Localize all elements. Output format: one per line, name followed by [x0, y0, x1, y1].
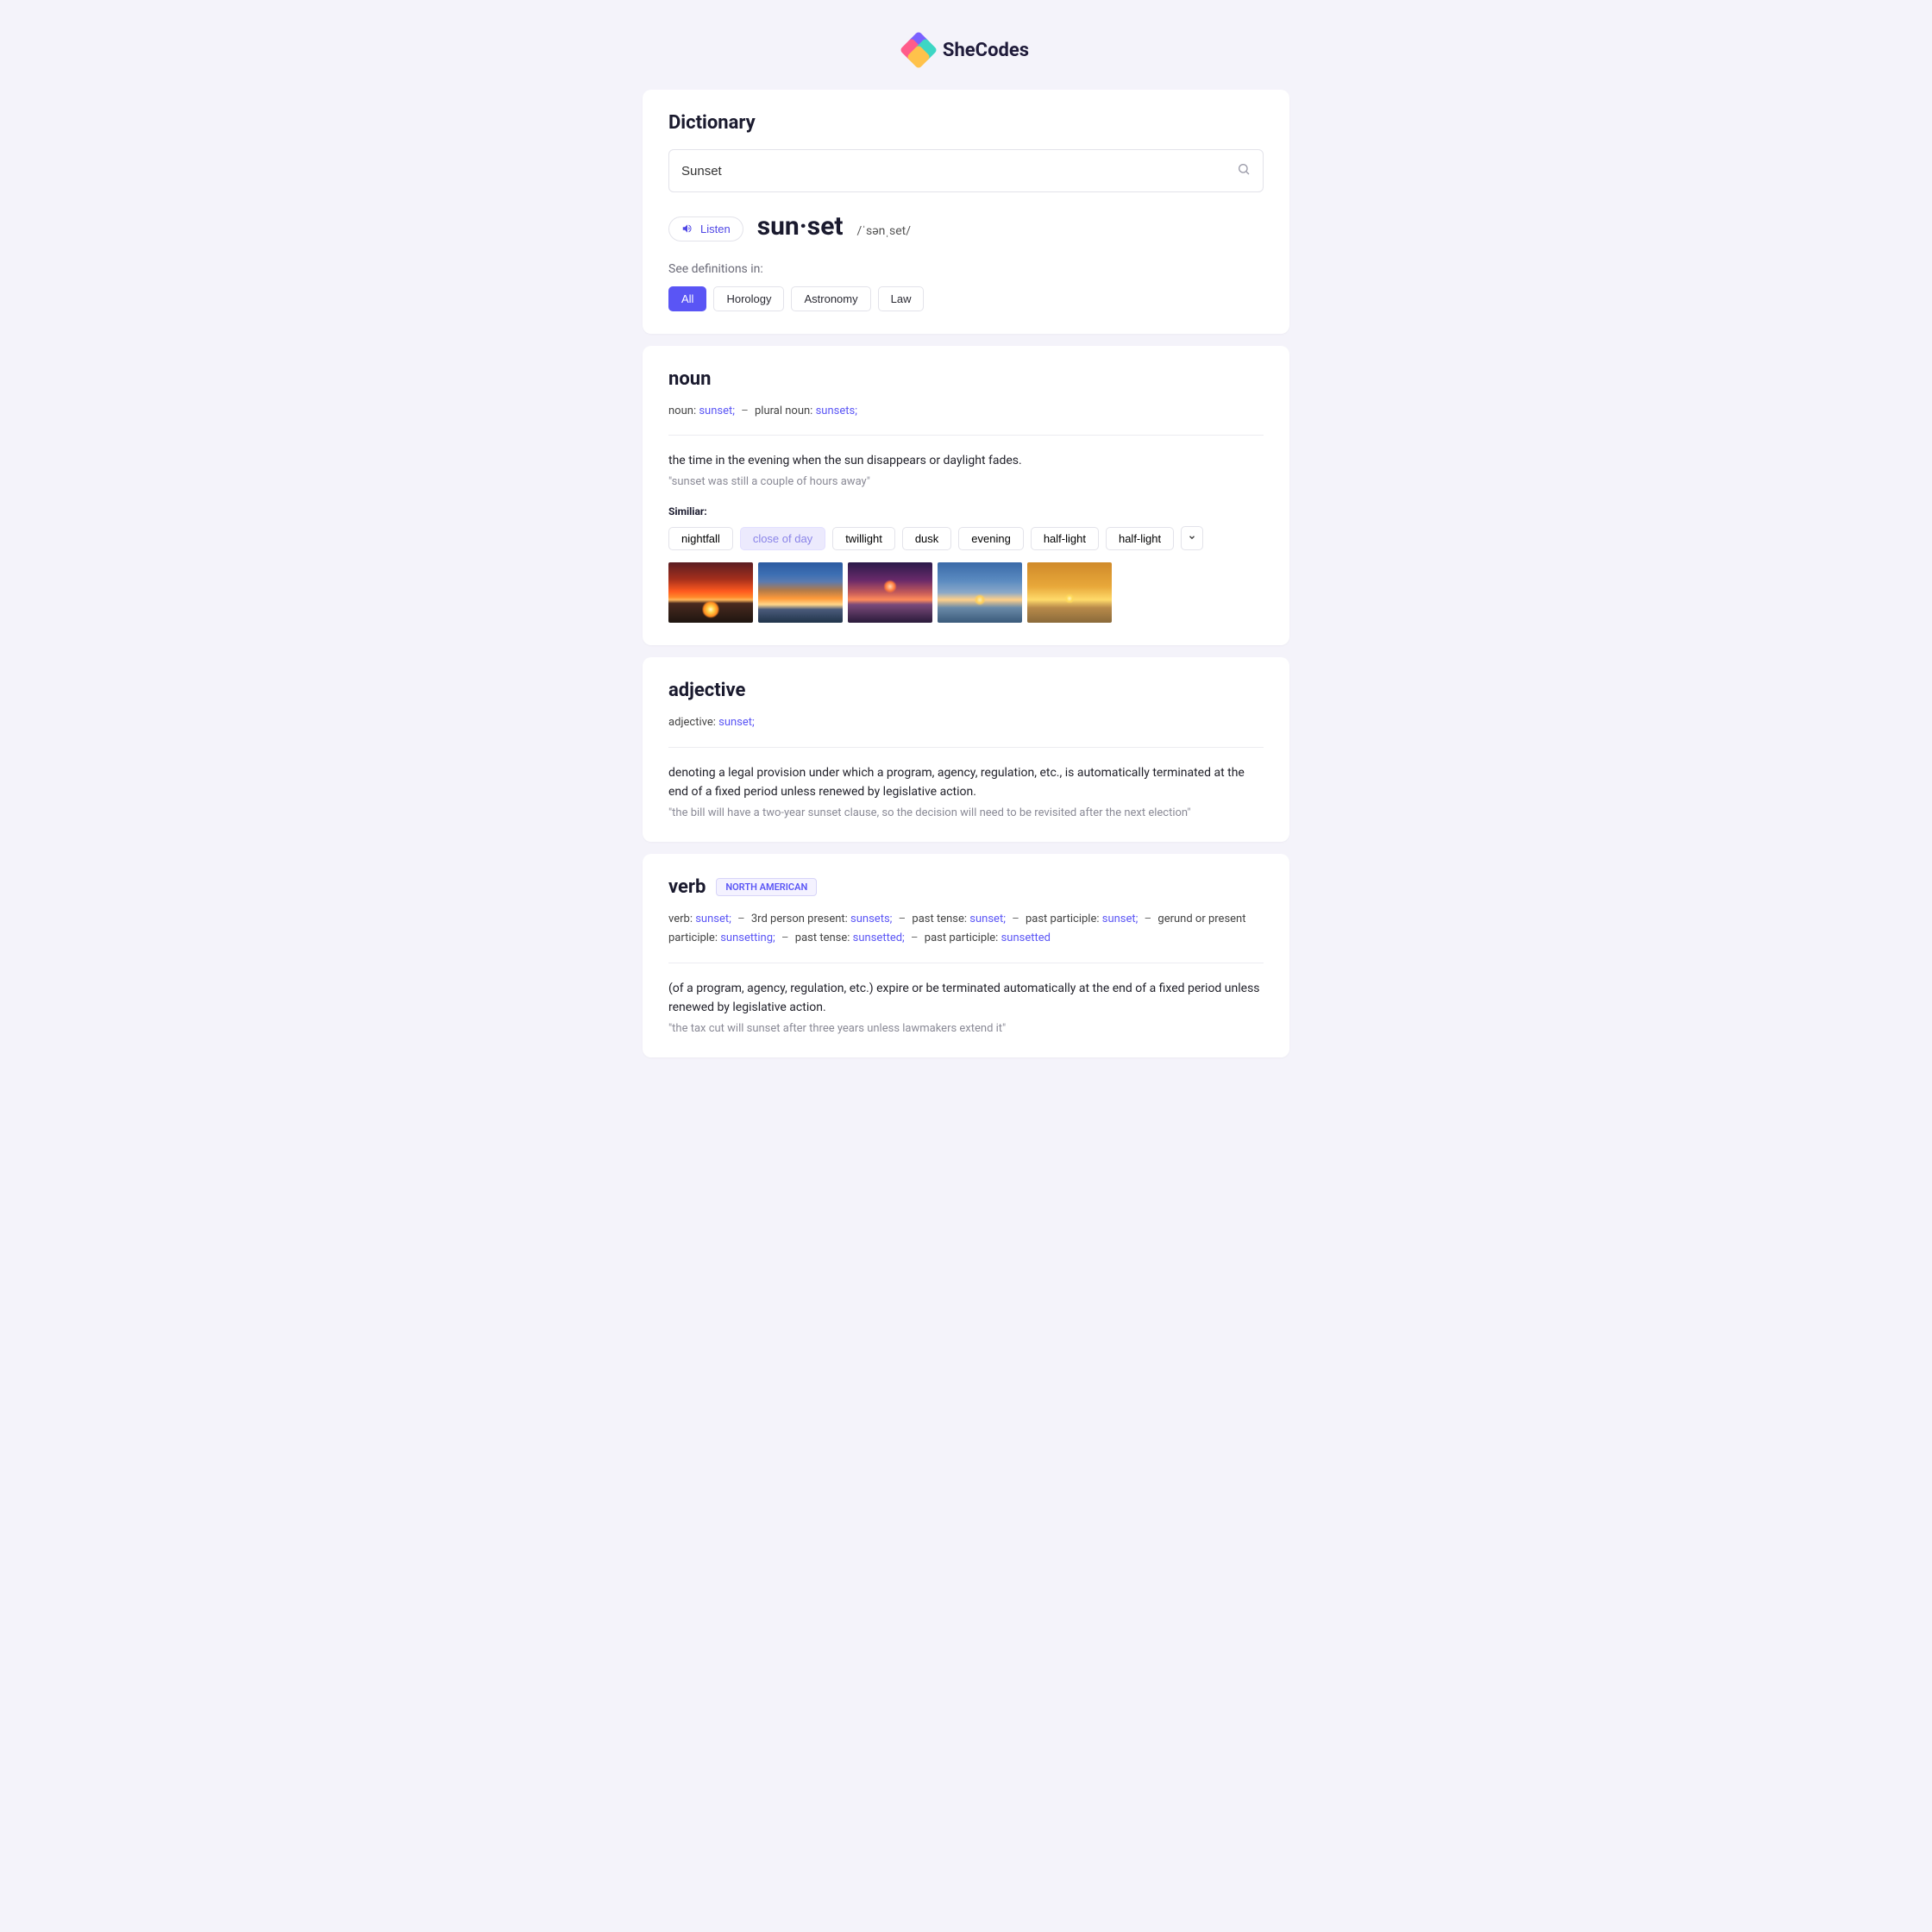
similar-chip[interactable]: half-light: [1031, 527, 1099, 550]
similar-label: Similiar:: [668, 505, 1264, 518]
category-chip-astronomy[interactable]: Astronomy: [791, 286, 870, 311]
similar-chip[interactable]: close of day: [740, 527, 825, 550]
search-field-wrap[interactable]: [668, 149, 1264, 192]
search-icon[interactable]: [1237, 162, 1251, 179]
pos-heading-verb: verb: [668, 876, 706, 898]
listen-button[interactable]: Listen: [668, 216, 743, 242]
search-input[interactable]: [681, 164, 1237, 179]
image-thumbnail[interactable]: [848, 562, 932, 623]
category-chip-all[interactable]: All: [668, 286, 706, 311]
headword: sun·set: [757, 211, 844, 242]
page-title: Dictionary: [668, 112, 1264, 134]
part-of-speech-card-verb: verb NORTH AMERICAN verb: sunset; – 3rd …: [643, 854, 1289, 1057]
image-thumbnail[interactable]: [668, 562, 753, 623]
similar-chips-row: nightfall close of day twillight dusk ev…: [668, 526, 1264, 550]
listen-label: Listen: [700, 223, 731, 235]
similar-chip[interactable]: half-light: [1106, 527, 1174, 550]
pos-heading-noun: noun: [668, 368, 1264, 390]
image-thumbnail[interactable]: [758, 562, 843, 623]
noun-example: "sunset was still a couple of hours away…: [668, 475, 1264, 488]
verb-definition: (of a program, agency, regulation, etc.)…: [668, 979, 1264, 1018]
category-chips-row: All Horology Astronomy Law: [668, 286, 1264, 311]
search-card: Dictionary Listen sun·set /ˈsənˌset/ See…: [643, 90, 1289, 334]
phonetic: /ˈsənˌset/: [857, 223, 911, 238]
category-chip-horology[interactable]: Horology: [713, 286, 784, 311]
logo-text: SheCodes: [943, 40, 1029, 61]
noun-forms: noun: sunset; – plural noun: sunsets;: [668, 402, 1264, 421]
verb-forms: verb: sunset; – 3rd person present: suns…: [668, 910, 1264, 948]
noun-definition: the time in the evening when the sun dis…: [668, 451, 1264, 470]
category-chip-law[interactable]: Law: [878, 286, 925, 311]
adjective-example: "the bill will have a two-year sunset cl…: [668, 806, 1264, 819]
adjective-forms: adjective: sunset;: [668, 713, 1264, 732]
image-thumbnail[interactable]: [938, 562, 1022, 623]
pos-heading-adjective: adjective: [668, 680, 1264, 701]
expand-similar-button[interactable]: [1181, 526, 1203, 550]
similar-chip[interactable]: evening: [958, 527, 1024, 550]
logo-mark-icon: [903, 34, 934, 66]
see-definitions-label: See definitions in:: [668, 262, 1264, 276]
similar-chip[interactable]: dusk: [902, 527, 951, 550]
chevron-down-icon: [1188, 533, 1196, 542]
adjective-definition: denoting a legal provision under which a…: [668, 763, 1264, 802]
verb-example: "the tax cut will sunset after three yea…: [668, 1022, 1264, 1035]
volume-icon: [681, 223, 693, 235]
region-tag: NORTH AMERICAN: [716, 878, 817, 896]
images-row: [668, 562, 1264, 623]
similar-chip[interactable]: twillight: [832, 527, 895, 550]
brand-logo: SheCodes: [643, 34, 1289, 66]
part-of-speech-card-noun: noun noun: sunset; – plural noun: sunset…: [643, 346, 1289, 645]
part-of-speech-card-adjective: adjective adjective: sunset; denoting a …: [643, 657, 1289, 842]
image-thumbnail[interactable]: [1027, 562, 1112, 623]
similar-chip[interactable]: nightfall: [668, 527, 733, 550]
